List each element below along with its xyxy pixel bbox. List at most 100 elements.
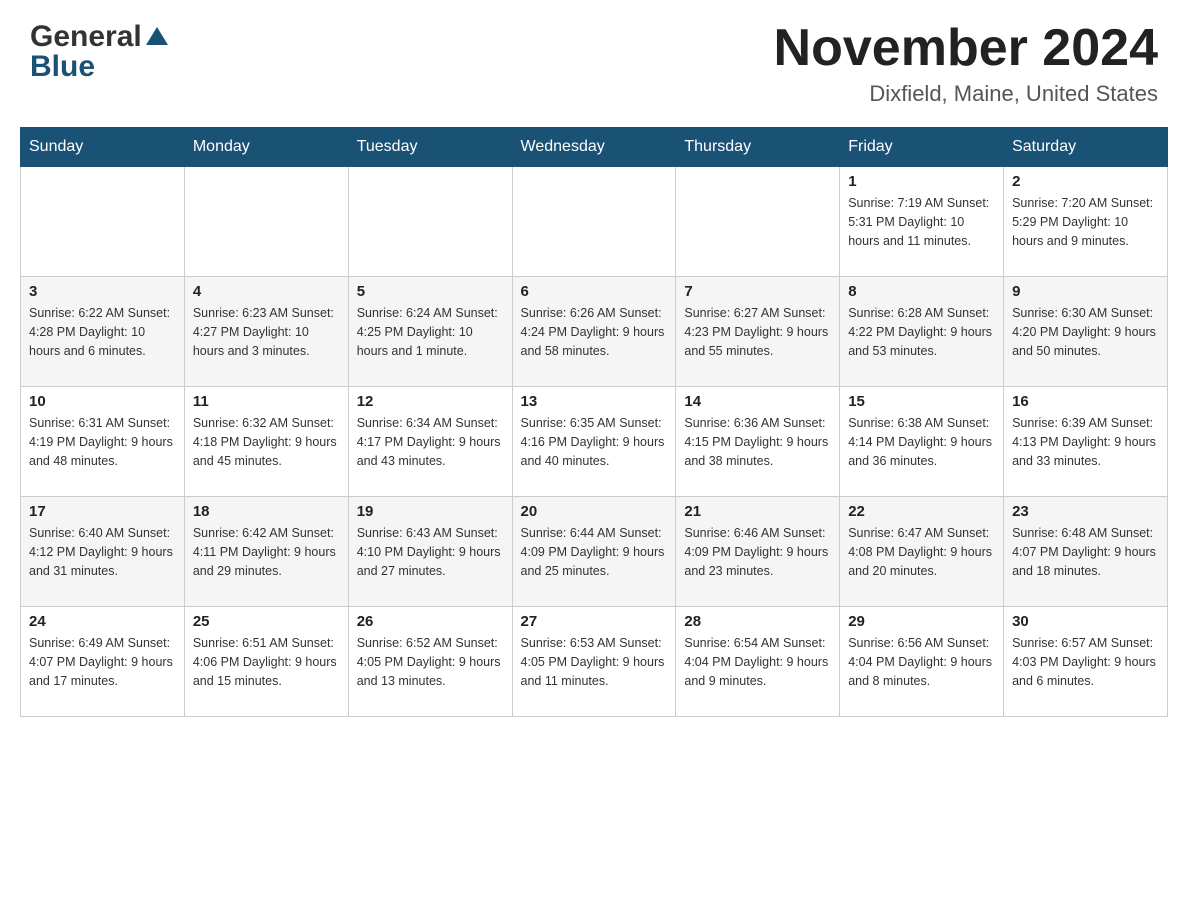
day-info: Sunrise: 6:36 AM Sunset: 4:15 PM Dayligh… (684, 414, 831, 470)
day-info: Sunrise: 6:49 AM Sunset: 4:07 PM Dayligh… (29, 634, 176, 690)
day-info: Sunrise: 6:26 AM Sunset: 4:24 PM Dayligh… (521, 304, 668, 360)
calendar-cell: 10 Sunrise: 6:31 AM Sunset: 4:19 PM Dayli… (21, 387, 185, 497)
calendar-header-wednesday: Wednesday (512, 128, 676, 167)
day-info: Sunrise: 7:20 AM Sunset: 5:29 PM Dayligh… (1012, 194, 1159, 250)
logo-blue: Blue (30, 50, 95, 83)
day-info: Sunrise: 6:42 AM Sunset: 4:11 PM Dayligh… (193, 524, 340, 580)
day-number: 9 (1012, 283, 1159, 300)
calendar-cell: 15Sunrise: 6:38 AM Sunset: 4:14 PM Dayli… (840, 387, 1004, 497)
day-number: 15 (848, 393, 995, 410)
day-info: Sunrise: 6:51 AM Sunset: 4:06 PM Dayligh… (193, 634, 340, 690)
day-number: 28 (684, 613, 831, 630)
day-info: Sunrise: 6:27 AM Sunset: 4:23 PM Dayligh… (684, 304, 831, 360)
calendar-cell: 18 Sunrise: 6:42 AM Sunset: 4:11 PM Dayli… (184, 497, 348, 607)
calendar-cell: 27 Sunrise: 6:53 AM Sunset: 4:05 PM Dayli… (512, 607, 676, 717)
page-header: General Blue November 2024 Dixfield, Mai… (0, 0, 1188, 117)
calendar-cell: 9 Sunrise: 6:30 AM Sunset: 4:20 PM Daylig… (1004, 277, 1168, 387)
day-info: Sunrise: 6:54 AM Sunset: 4:04 PM Dayligh… (684, 634, 831, 690)
calendar-cell: 21 Sunrise: 6:46 AM Sunset: 4:09 PM Dayli… (676, 497, 840, 607)
day-number: 5 (357, 283, 504, 300)
calendar-cell (348, 167, 512, 277)
day-number: 4 (193, 283, 340, 300)
day-number: 17 (29, 503, 176, 520)
calendar-cell: 28 Sunrise: 6:54 AM Sunset: 4:04 PM Dayli… (676, 607, 840, 717)
day-number: 3 (29, 283, 176, 300)
day-number: 20 (521, 503, 668, 520)
calendar-cell: 2Sunrise: 7:20 AM Sunset: 5:29 PM Daylig… (1004, 167, 1168, 277)
calendar-cell: 5 Sunrise: 6:24 AM Sunset: 4:25 PM Daylig… (348, 277, 512, 387)
calendar-cell: 8Sunrise: 6:28 AM Sunset: 4:22 PM Daylig… (840, 277, 1004, 387)
day-info: Sunrise: 6:47 AM Sunset: 4:08 PM Dayligh… (848, 524, 995, 580)
day-info: Sunrise: 6:44 AM Sunset: 4:09 PM Dayligh… (521, 524, 668, 580)
day-info: Sunrise: 6:56 AM Sunset: 4:04 PM Dayligh… (848, 634, 995, 690)
day-number: 23 (1012, 503, 1159, 520)
calendar-cell: 23 Sunrise: 6:48 AM Sunset: 4:07 PM Dayli… (1004, 497, 1168, 607)
day-number: 10 (29, 393, 176, 410)
calendar-cell: 30 Sunrise: 6:57 AM Sunset: 4:03 PM Dayli… (1004, 607, 1168, 717)
calendar-header-saturday: Saturday (1004, 128, 1168, 167)
day-number: 30 (1012, 613, 1159, 630)
day-info: Sunrise: 6:46 AM Sunset: 4:09 PM Dayligh… (684, 524, 831, 580)
day-number: 11 (193, 393, 340, 410)
day-number: 7 (684, 283, 831, 300)
calendar-cell: 16 Sunrise: 6:39 AM Sunset: 4:13 PM Dayli… (1004, 387, 1168, 497)
day-info: Sunrise: 7:19 AM Sunset: 5:31 PM Dayligh… (848, 194, 995, 250)
day-info: Sunrise: 6:22 AM Sunset: 4:28 PM Dayligh… (29, 304, 176, 360)
logo-triangle-icon (146, 25, 168, 52)
page-subtitle: Dixfield, Maine, United States (774, 81, 1158, 107)
day-number: 27 (521, 613, 668, 630)
day-info: Sunrise: 6:48 AM Sunset: 4:07 PM Dayligh… (1012, 524, 1159, 580)
calendar-cell: 17 Sunrise: 6:40 AM Sunset: 4:12 PM Dayli… (21, 497, 185, 607)
day-number: 24 (29, 613, 176, 630)
calendar-header-tuesday: Tuesday (348, 128, 512, 167)
title-section: November 2024 Dixfield, Maine, United St… (774, 20, 1158, 107)
calendar-header-friday: Friday (840, 128, 1004, 167)
day-number: 29 (848, 613, 995, 630)
calendar-cell: 12Sunrise: 6:34 AM Sunset: 4:17 PM Dayli… (348, 387, 512, 497)
day-number: 19 (357, 503, 504, 520)
day-number: 18 (193, 503, 340, 520)
day-info: Sunrise: 6:57 AM Sunset: 4:03 PM Dayligh… (1012, 634, 1159, 690)
calendar-cell: 3 Sunrise: 6:22 AM Sunset: 4:28 PM Daylig… (21, 277, 185, 387)
calendar-cell (184, 167, 348, 277)
day-number: 12 (357, 393, 504, 410)
day-info: Sunrise: 6:23 AM Sunset: 4:27 PM Dayligh… (193, 304, 340, 360)
day-info: Sunrise: 6:39 AM Sunset: 4:13 PM Dayligh… (1012, 414, 1159, 470)
day-info: Sunrise: 6:32 AM Sunset: 4:18 PM Dayligh… (193, 414, 340, 470)
day-info: Sunrise: 6:28 AM Sunset: 4:22 PM Dayligh… (848, 304, 995, 360)
calendar-cell: 24 Sunrise: 6:49 AM Sunset: 4:07 PM Dayli… (21, 607, 185, 717)
page-title: November 2024 (774, 20, 1158, 77)
day-number: 13 (521, 393, 668, 410)
calendar-cell: 22 Sunrise: 6:47 AM Sunset: 4:08 PM Dayli… (840, 497, 1004, 607)
calendar-cell: 6Sunrise: 6:26 AM Sunset: 4:24 PM Daylig… (512, 277, 676, 387)
day-number: 25 (193, 613, 340, 630)
day-number: 26 (357, 613, 504, 630)
calendar-cell: 26 Sunrise: 6:52 AM Sunset: 4:05 PM Dayli… (348, 607, 512, 717)
calendar-cell (512, 167, 676, 277)
day-number: 22 (848, 503, 995, 520)
day-info: Sunrise: 6:30 AM Sunset: 4:20 PM Dayligh… (1012, 304, 1159, 360)
calendar-cell: 1Sunrise: 7:19 AM Sunset: 5:31 PM Daylig… (840, 167, 1004, 277)
calendar-cell (21, 167, 185, 277)
calendar-cell: 19 Sunrise: 6:43 AM Sunset: 4:10 PM Dayli… (348, 497, 512, 607)
day-info: Sunrise: 6:40 AM Sunset: 4:12 PM Dayligh… (29, 524, 176, 580)
calendar-header-thursday: Thursday (676, 128, 840, 167)
calendar-cell: 29 Sunrise: 6:56 AM Sunset: 4:04 PM Dayli… (840, 607, 1004, 717)
calendar-cell: 7 Sunrise: 6:27 AM Sunset: 4:23 PM Daylig… (676, 277, 840, 387)
logo-general: General (30, 20, 142, 54)
day-info: Sunrise: 6:53 AM Sunset: 4:05 PM Dayligh… (521, 634, 668, 690)
day-number: 21 (684, 503, 831, 520)
calendar-header-sunday: Sunday (21, 128, 185, 167)
calendar-cell: 25 Sunrise: 6:51 AM Sunset: 4:06 PM Dayli… (184, 607, 348, 717)
day-info: Sunrise: 6:31 AM Sunset: 4:19 PM Dayligh… (29, 414, 176, 470)
day-number: 14 (684, 393, 831, 410)
day-info: Sunrise: 6:43 AM Sunset: 4:10 PM Dayligh… (357, 524, 504, 580)
calendar-cell (676, 167, 840, 277)
day-info: Sunrise: 6:52 AM Sunset: 4:05 PM Dayligh… (357, 634, 504, 690)
day-number: 16 (1012, 393, 1159, 410)
calendar-cell: 20 Sunrise: 6:44 AM Sunset: 4:09 PM Dayli… (512, 497, 676, 607)
day-info: Sunrise: 6:24 AM Sunset: 4:25 PM Dayligh… (357, 304, 504, 360)
calendar-cell: 14 Sunrise: 6:36 AM Sunset: 4:15 PM Dayli… (676, 387, 840, 497)
calendar-cell: 11 Sunrise: 6:32 AM Sunset: 4:18 PM Dayli… (184, 387, 348, 497)
calendar-cell: 13Sunrise: 6:35 AM Sunset: 4:16 PM Dayli… (512, 387, 676, 497)
